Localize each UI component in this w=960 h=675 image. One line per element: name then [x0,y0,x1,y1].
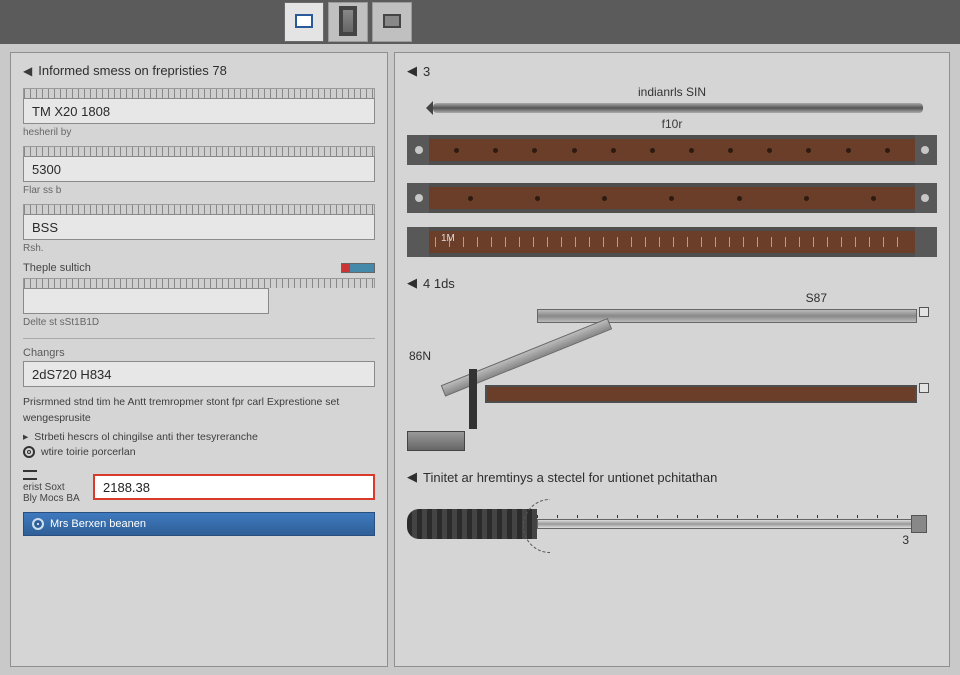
toggle-indicator[interactable] [341,263,375,273]
panel-title: Informed smess on frepristies 78 [38,63,227,78]
input-theple[interactable] [23,288,269,314]
end-marker[interactable] [919,307,929,317]
sublabel-1: hesheril by [23,127,375,138]
bullet-text-1: Strbeti hescrs ol chingilse anti ther te… [34,431,258,443]
ruler-1[interactable] [407,135,937,165]
target-icon [23,446,35,458]
ruler-mark-label: 1M [441,233,455,244]
preview-panel: ◀ 3 indianrls SIN f10r 1 [394,52,950,667]
window-icon [295,14,313,28]
probe-view: 3 [407,485,937,555]
field-group-2: Flar ss b [23,146,375,196]
sublabel-2: Flar ss b [23,185,375,196]
sublabel-4: Delte st sSt1B1D [23,317,375,328]
field-group-3: Rsh. [23,204,375,254]
section-1-number: 3 [423,64,430,79]
field-group-1: hesheril by [23,88,375,138]
probe-handle[interactable] [407,509,537,539]
tick-strip [23,204,375,214]
collapse-icon[interactable]: ◀ [23,64,32,78]
dim-bar-top [537,309,917,323]
preview-section-2: 1M [407,183,937,257]
collapse-icon[interactable]: ◀ [407,469,417,485]
bullet-text-2: wtire toirie porcerlan [41,446,136,458]
input-tm[interactable] [23,98,375,124]
rod-label: indianrls SIN [407,85,937,99]
ruler-icon [339,6,357,36]
dim-top: S87 [806,291,827,305]
rod-graphic [433,103,923,113]
bullet-row-1: ▸ Strbeti hescrs ol chingilse anti ther … [23,431,375,443]
end-marker[interactable] [919,383,929,393]
preview-section-1: ◀ 3 indianrls SIN f10r [407,63,937,165]
sort-labels: erist Soxt Bly Mocs BA [23,470,87,504]
field4-label: Theple sultich [23,262,91,274]
tool-button-window[interactable] [284,2,324,42]
sort-row: erist Soxt Bly Mocs BA [23,470,375,504]
field-group-5 [23,361,375,387]
section-4-label: Tinitet ar hremtinys a stectel for untio… [423,470,717,485]
bullet-icon: ▸ [23,431,28,443]
input-highlighted[interactable] [93,474,375,500]
top-toolbar [0,0,960,44]
collapse-icon[interactable]: ◀ [407,275,417,291]
radio-icon [32,518,44,530]
base-block [407,431,465,451]
section-3-head: ◀ 4 1ds [407,275,937,291]
probe-shaft [537,519,913,529]
section-1-head: ◀ 3 [407,63,937,79]
section-4-head: ◀ Tinitet ar hremtinys a stectel for unt… [407,469,937,485]
tick-strip [23,146,375,156]
tick-strip [23,278,375,288]
input-bss[interactable] [23,214,375,240]
section-3-label: 4 1ds [423,276,455,291]
sort-icon[interactable] [23,470,37,480]
vertical-handle[interactable] [469,369,477,429]
toggle-bar[interactable]: Mrs Berxen beanen [23,512,375,536]
divider [23,338,375,339]
sublabel-3: Rsh. [23,243,375,254]
toggle-label: Mrs Berxen beanen [50,518,146,530]
preview-section-4: ◀ Tinitet ar hremtinys a stectel for unt… [407,469,937,555]
input-changes[interactable] [23,361,375,387]
properties-panel: ◀ Informed smess on frepristies 78 heshe… [10,52,388,667]
probe-icon [383,14,401,28]
probe-tip[interactable] [911,515,927,533]
probe-scale [537,515,913,518]
preview-section-3: ◀ 4 1ds S87 86N [407,275,937,451]
bullet-row-2: wtire toirie porcerlan [23,446,375,458]
dim-mid: 86N [409,349,431,363]
ruler-2[interactable] [407,183,937,213]
tick-strip [23,88,375,98]
note-1b: wengesprusite [23,411,375,425]
probe-num: 3 [902,533,909,547]
dimension-view: S87 86N [407,291,937,451]
tool-button-ruler[interactable] [328,2,368,42]
field-group-4: Theple sultich Delte st sSt1B1D [23,262,375,328]
note-1: Prisrmned stnd tim he Antt tremropmer st… [23,395,375,409]
ruler-small[interactable] [485,385,917,403]
input-5300[interactable] [23,156,375,182]
tool-button-probe[interactable] [372,2,412,42]
changes-label: Changrs [23,347,375,359]
sort-label-1: erist Soxt [23,482,87,493]
sort-label-2: Bly Mocs BA [23,493,87,504]
scale-label: f10r [407,117,937,131]
ruler-3[interactable]: 1M [407,227,937,257]
collapse-icon[interactable]: ◀ [407,63,417,79]
panel-header: ◀ Informed smess on frepristies 78 [23,63,375,78]
